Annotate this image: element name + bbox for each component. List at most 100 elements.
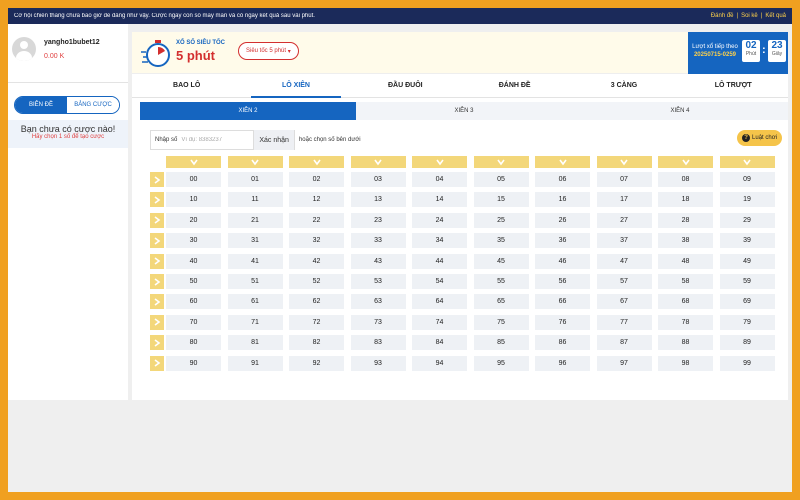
- number-cell[interactable]: 74: [412, 314, 467, 330]
- select-column-1-button[interactable]: [227, 156, 283, 168]
- speed-select[interactable]: Siêu tốc 5 phút ▾: [238, 42, 299, 60]
- tab-3-cang[interactable]: 3 CÀNG: [569, 74, 678, 97]
- number-cell[interactable]: 29: [719, 212, 775, 228]
- number-cell[interactable]: 31: [227, 233, 283, 249]
- link-soi-ke[interactable]: Soi kê: [741, 13, 758, 19]
- number-cell[interactable]: 18: [658, 192, 713, 208]
- number-cell[interactable]: 96: [535, 355, 590, 371]
- select-row-9-button[interactable]: [150, 355, 164, 371]
- number-cell[interactable]: 08: [658, 172, 713, 187]
- number-cell[interactable]: 12: [289, 192, 344, 208]
- number-cell[interactable]: 28: [658, 212, 713, 228]
- tab-bao-lo[interactable]: BAO LÔ: [132, 74, 241, 97]
- number-cell[interactable]: 45: [473, 253, 529, 269]
- number-cell[interactable]: 34: [412, 233, 467, 249]
- number-cell[interactable]: 63: [350, 294, 406, 310]
- number-cell[interactable]: 54: [412, 274, 467, 289]
- number-cell[interactable]: 39: [719, 233, 775, 249]
- number-cell[interactable]: 55: [473, 274, 529, 289]
- number-cell[interactable]: 40: [166, 253, 221, 269]
- number-cell[interactable]: 19: [719, 192, 775, 208]
- number-cell[interactable]: 20: [166, 212, 221, 228]
- number-cell[interactable]: 71: [227, 314, 283, 330]
- number-cell[interactable]: 00: [166, 172, 221, 187]
- number-cell[interactable]: 93: [350, 355, 406, 371]
- select-column-7-button[interactable]: [596, 156, 652, 168]
- subtab-xien-3[interactable]: XIÊN 3: [356, 102, 572, 120]
- select-row-2-button[interactable]: [150, 212, 164, 228]
- select-column-8-button[interactable]: [658, 156, 713, 168]
- number-cell[interactable]: 68: [658, 294, 713, 310]
- number-cell[interactable]: 72: [289, 314, 344, 330]
- select-column-0-button[interactable]: [166, 156, 221, 168]
- number-cell[interactable]: 41: [227, 253, 283, 269]
- number-cell[interactable]: 35: [473, 233, 529, 249]
- number-cell[interactable]: 78: [658, 314, 713, 330]
- select-row-0-button[interactable]: [150, 172, 164, 187]
- number-cell[interactable]: 21: [227, 212, 283, 228]
- number-cell[interactable]: 44: [412, 253, 467, 269]
- number-cell[interactable]: 77: [596, 314, 652, 330]
- number-cell[interactable]: 42: [289, 253, 344, 269]
- number-cell[interactable]: 36: [535, 233, 590, 249]
- number-cell[interactable]: 13: [350, 192, 406, 208]
- number-cell[interactable]: 60: [166, 294, 221, 310]
- rules-button[interactable]: ? Luật chơi: [737, 130, 782, 146]
- select-row-1-button[interactable]: [150, 192, 164, 208]
- number-cell[interactable]: 23: [350, 212, 406, 228]
- number-cell[interactable]: 76: [535, 314, 590, 330]
- number-cell[interactable]: 87: [596, 335, 652, 351]
- number-cell[interactable]: 97: [596, 355, 652, 371]
- number-cell[interactable]: 22: [289, 212, 344, 228]
- number-cell[interactable]: 49: [719, 253, 775, 269]
- number-cell[interactable]: 83: [350, 335, 406, 351]
- number-cell[interactable]: 46: [535, 253, 590, 269]
- number-cell[interactable]: 84: [412, 335, 467, 351]
- number-cell[interactable]: 24: [412, 212, 467, 228]
- number-cell[interactable]: 30: [166, 233, 221, 249]
- number-cell[interactable]: 06: [535, 172, 590, 187]
- subtab-xien-2[interactable]: XIÊN 2: [140, 102, 356, 120]
- number-cell[interactable]: 89: [719, 335, 775, 351]
- number-cell[interactable]: 58: [658, 274, 713, 289]
- select-row-7-button[interactable]: [150, 314, 164, 330]
- number-cell[interactable]: 88: [658, 335, 713, 351]
- number-cell[interactable]: 64: [412, 294, 467, 310]
- number-cell[interactable]: 56: [535, 274, 590, 289]
- number-cell[interactable]: 43: [350, 253, 406, 269]
- number-cell[interactable]: 82: [289, 335, 344, 351]
- select-column-4-button[interactable]: [412, 156, 467, 168]
- select-column-5-button[interactable]: [473, 156, 529, 168]
- tab-lo-xien[interactable]: LÔ XIÊN: [241, 74, 350, 98]
- number-cell[interactable]: 25: [473, 212, 529, 228]
- number-cell[interactable]: 32: [289, 233, 344, 249]
- number-cell[interactable]: 90: [166, 355, 221, 371]
- number-cell[interactable]: 75: [473, 314, 529, 330]
- tab-danh-de[interactable]: ĐÁNH ĐỀ: [460, 74, 569, 97]
- number-cell[interactable]: 57: [596, 274, 652, 289]
- select-column-3-button[interactable]: [350, 156, 406, 168]
- number-cell[interactable]: 59: [719, 274, 775, 289]
- select-row-6-button[interactable]: [150, 294, 164, 310]
- number-cell[interactable]: 51: [227, 274, 283, 289]
- number-cell[interactable]: 03: [350, 172, 406, 187]
- link-danh-de[interactable]: Đánh đề: [711, 13, 734, 19]
- number-cell[interactable]: 14: [412, 192, 467, 208]
- tab-bien-de[interactable]: BIÊN ĐỀ: [15, 97, 67, 113]
- number-cell[interactable]: 80: [166, 335, 221, 351]
- number-cell[interactable]: 50: [166, 274, 221, 289]
- subtab-xien-4[interactable]: XIÊN 4: [572, 102, 788, 120]
- number-cell[interactable]: 48: [658, 253, 713, 269]
- number-cell[interactable]: 86: [535, 335, 590, 351]
- number-cell[interactable]: 09: [719, 172, 775, 187]
- number-cell[interactable]: 04: [412, 172, 467, 187]
- select-row-8-button[interactable]: [150, 335, 164, 351]
- number-cell[interactable]: 62: [289, 294, 344, 310]
- number-cell[interactable]: 37: [596, 233, 652, 249]
- number-cell[interactable]: 69: [719, 294, 775, 310]
- number-cell[interactable]: 01: [227, 172, 283, 187]
- number-cell[interactable]: 94: [412, 355, 467, 371]
- confirm-button[interactable]: Xác nhận: [253, 130, 294, 150]
- number-cell[interactable]: 92: [289, 355, 344, 371]
- number-cell[interactable]: 02: [289, 172, 344, 187]
